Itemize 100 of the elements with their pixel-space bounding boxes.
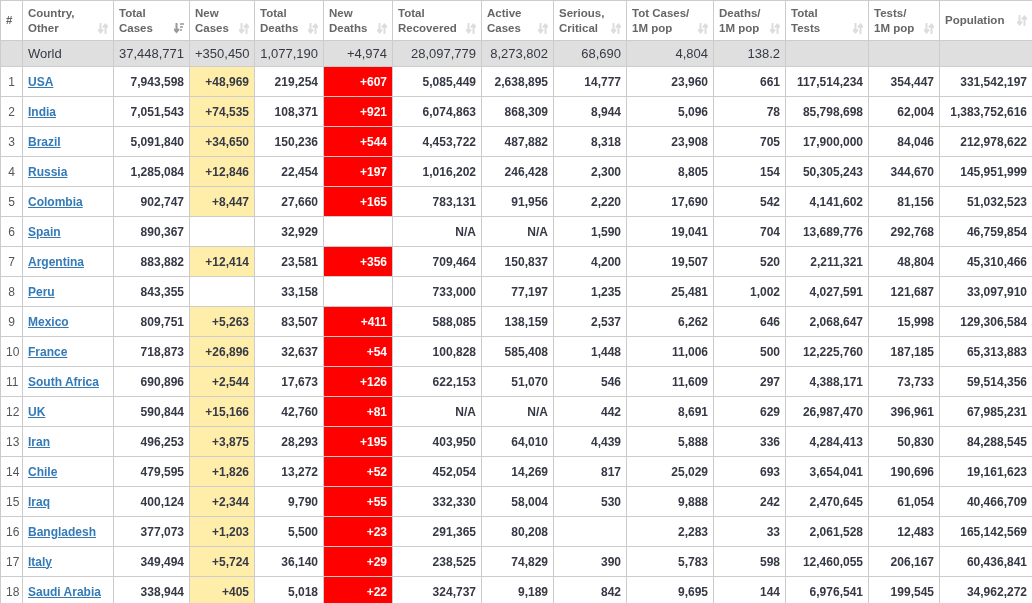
column-header[interactable]: Tests/ 1M pop xyxy=(868,0,940,41)
sort-icon[interactable] xyxy=(698,22,708,34)
row-number: 16 xyxy=(0,516,23,547)
table-cell: +197 xyxy=(323,156,393,187)
table-cell: 12,225,760 xyxy=(785,336,869,367)
table-cell: 11,609 xyxy=(626,366,714,397)
table-cell: +921 xyxy=(323,96,393,127)
sort-icon[interactable] xyxy=(853,22,863,34)
table-cell: 77,197 xyxy=(481,276,554,307)
table-cell: 28,293 xyxy=(254,426,324,457)
table-cell: 4,027,591 xyxy=(785,276,869,307)
sort-icon[interactable] xyxy=(538,22,548,34)
sort-descending-icon[interactable] xyxy=(174,22,184,34)
column-header[interactable]: Serious, Critical xyxy=(553,0,627,41)
country-link[interactable]: Chile xyxy=(28,464,58,479)
table-cell: 64,010 xyxy=(481,426,554,457)
table-cell: 32,637 xyxy=(254,336,324,367)
table-cell: 80,208 xyxy=(481,516,554,547)
column-header[interactable]: New Deaths xyxy=(323,0,393,41)
table-cell: 206,167 xyxy=(868,546,940,577)
table-cell: 117,514,234 xyxy=(785,66,869,97)
column-header[interactable]: Tot Cases/ 1M pop xyxy=(626,0,714,41)
table-cell: 332,330 xyxy=(392,486,482,517)
sort-icon[interactable] xyxy=(1017,15,1027,26)
country-link[interactable]: Peru xyxy=(28,284,55,299)
column-header[interactable]: Active Cases xyxy=(481,0,554,41)
table-cell: +411 xyxy=(323,306,393,337)
table-cell: 48,804 xyxy=(868,246,940,277)
table-cell: 25,029 xyxy=(626,456,714,487)
table-cell: +607 xyxy=(323,66,393,97)
table-cell: 2,283 xyxy=(626,516,714,547)
row-number: 14 xyxy=(0,456,23,487)
table-cell: 138.2 xyxy=(713,40,786,67)
table-cell: 890,367 xyxy=(113,216,190,247)
sort-icon[interactable] xyxy=(611,22,621,34)
country-link[interactable]: Italy xyxy=(28,554,52,569)
table-cell: +52 xyxy=(323,456,393,487)
table-cell: 8,944 xyxy=(553,96,627,127)
table-cell: 2,061,528 xyxy=(785,516,869,547)
column-header[interactable]: New Cases xyxy=(189,0,255,41)
sort-icon[interactable] xyxy=(377,22,387,34)
table-cell: +29 xyxy=(323,546,393,577)
table-cell: 2,470,645 xyxy=(785,486,869,517)
sort-icon[interactable] xyxy=(466,22,476,34)
column-header[interactable]: Total Deaths xyxy=(254,0,324,41)
table-cell: 661 xyxy=(713,66,786,97)
sort-icon[interactable] xyxy=(98,22,108,34)
table-cell: 585,408 xyxy=(481,336,554,367)
row-number: 7 xyxy=(0,246,23,277)
column-header[interactable]: Population xyxy=(939,0,1032,41)
table-cell: 693 xyxy=(713,456,786,487)
table-cell: 400,124 xyxy=(113,486,190,517)
country-link[interactable]: India xyxy=(28,104,56,119)
country-link[interactable]: Spain xyxy=(28,224,61,239)
country-link[interactable]: USA xyxy=(28,74,54,89)
sort-icon[interactable] xyxy=(239,22,249,34)
table-cell: 377,073 xyxy=(113,516,190,547)
column-header[interactable]: Total Tests xyxy=(785,0,869,41)
table-cell: 32,929 xyxy=(254,216,324,247)
column-header[interactable]: Total Recovered xyxy=(392,0,482,41)
table-cell: 396,961 xyxy=(868,396,940,427)
table-cell: 646 xyxy=(713,306,786,337)
table-cell: 138,159 xyxy=(481,306,554,337)
table-cell: 13,272 xyxy=(254,456,324,487)
table-cell: 500 xyxy=(713,336,786,367)
table-cell: 42,760 xyxy=(254,396,324,427)
column-header[interactable]: Deaths/ 1M pop xyxy=(713,0,786,41)
table-cell: +2,344 xyxy=(189,486,255,517)
table-cell: 15,998 xyxy=(868,306,940,337)
table-cell: 33 xyxy=(713,516,786,547)
table-cell: 219,254 xyxy=(254,66,324,97)
country-link[interactable]: UK xyxy=(28,404,46,419)
table-cell: 17,690 xyxy=(626,186,714,217)
column-header: # xyxy=(0,0,23,41)
table-cell: +34,650 xyxy=(189,126,255,157)
sort-icon[interactable] xyxy=(308,22,318,34)
table-cell: +1,203 xyxy=(189,516,255,547)
table-cell: 154 xyxy=(713,156,786,187)
table-cell: 23,908 xyxy=(626,126,714,157)
table-cell: 6,262 xyxy=(626,306,714,337)
column-header[interactable]: Country, Other xyxy=(22,0,114,41)
table-cell: 108,371 xyxy=(254,96,324,127)
table-cell: 704 xyxy=(713,216,786,247)
table-cell: 50,830 xyxy=(868,426,940,457)
table-cell: 22,454 xyxy=(254,156,324,187)
column-header[interactable]: Total Cases xyxy=(113,0,190,41)
table-cell: 1,002 xyxy=(713,276,786,307)
sort-icon[interactable] xyxy=(924,22,934,34)
table-cell: 783,131 xyxy=(392,186,482,217)
row-number: 13 xyxy=(0,426,23,457)
table-cell: 520 xyxy=(713,246,786,277)
table-cell: +195 xyxy=(323,426,393,457)
table-cell: 68,690 xyxy=(553,40,627,67)
table-cell: +4,974 xyxy=(323,40,393,67)
country-link[interactable]: Iraq xyxy=(28,494,50,509)
country-link[interactable]: Brazil xyxy=(28,134,61,149)
table-cell: 3,654,041 xyxy=(785,456,869,487)
sort-icon[interactable] xyxy=(770,22,780,34)
country-link[interactable]: Iran xyxy=(28,434,50,449)
table-cell: 190,696 xyxy=(868,456,940,487)
